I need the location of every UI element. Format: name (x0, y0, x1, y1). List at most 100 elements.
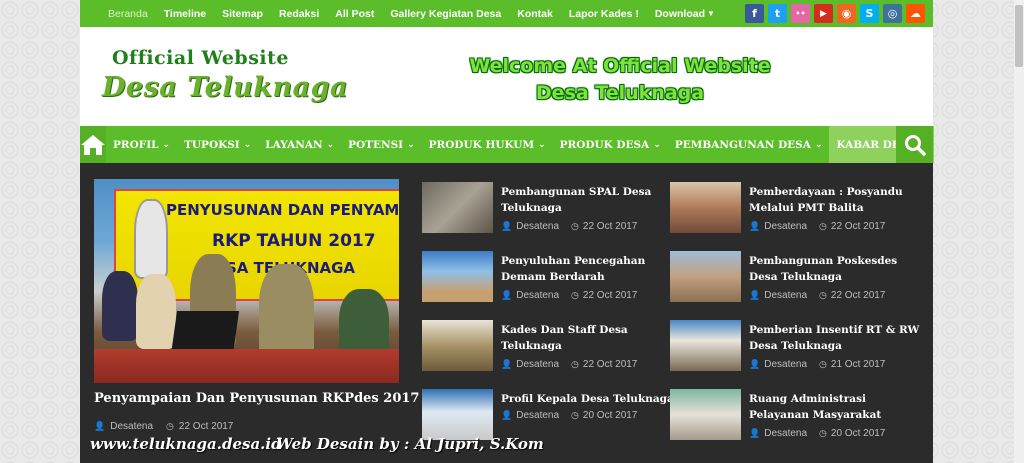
featured-title[interactable]: Penyampaian Dan Penyusunan RKPdes 2017 (94, 391, 419, 406)
chevron-down-icon: ⌄ (538, 139, 546, 150)
post-title[interactable]: Kades Dan Staff Desa Teluknaga (501, 322, 676, 354)
post-meta: 👤 Desatena ◷ 22 Oct 2017 (501, 359, 637, 370)
post-thumbnail[interactable] (422, 320, 493, 371)
featured-author[interactable]: Desatena (110, 421, 153, 432)
post-title[interactable]: Ruang Administrasi Pelayanan Masyarakat (749, 391, 924, 423)
nav-produk-hukum[interactable]: PRODUK HUKUM ⌄ (422, 126, 553, 163)
site-header: Official Website Desa Teluknaga Welcome … (80, 27, 933, 126)
featured-date: 22 Oct 2017 (178, 421, 234, 432)
clock-icon: ◷ (819, 290, 827, 301)
topnav-download[interactable]: Download ▼ (647, 8, 723, 20)
youtube-icon[interactable]: ▶ (814, 4, 833, 23)
post-title[interactable]: Pembangunan SPAL Desa Teluknaga (501, 184, 676, 216)
nav-tupoksi[interactable]: TUPOKSI ⌄ (177, 126, 258, 163)
list-item[interactable]: Pembangunan SPAL Desa Teluknaga 👤 Desaten… (422, 182, 662, 238)
post-title[interactable]: Pemberian Insentif RT & RW Desa Teluknag… (749, 322, 924, 354)
post-title[interactable]: Pemberdayaan : Posyandu Melalui PMT Bali… (749, 184, 924, 216)
search-button[interactable] (896, 126, 933, 163)
post-thumbnail[interactable] (422, 251, 493, 302)
list-item[interactable]: Ruang Administrasi Pelayanan Masyarakat … (670, 389, 910, 445)
clock-icon: ◷ (819, 221, 827, 232)
scrollbar-thumb[interactable] (1015, 5, 1023, 67)
post-author[interactable]: Desatena (516, 221, 559, 232)
post-thumbnail[interactable] (670, 251, 741, 302)
post-thumbnail[interactable] (670, 389, 741, 440)
post-author[interactable]: Desatena (516, 290, 559, 301)
post-meta: 👤 Desatena ◷ 22 Oct 2017 (501, 290, 637, 301)
post-author[interactable]: Desatena (764, 428, 807, 439)
list-item[interactable]: Pembangunan Poskesdes Desa Teluknaga 👤 De… (670, 251, 910, 307)
clock-icon: ◷ (166, 421, 174, 432)
nav-profil[interactable]: PROFIL ⌄ (106, 126, 177, 163)
social-icons: f t •• ▶ ◉ S ◎ ☁ (745, 4, 925, 23)
user-icon: 👤 (94, 421, 106, 432)
home-button[interactable] (80, 126, 106, 163)
person (102, 271, 138, 341)
user-icon: 👤 (749, 428, 761, 439)
logo-subtitle[interactable]: Official Website (112, 47, 289, 69)
user-icon: 👤 (501, 290, 513, 301)
topnav-kontak[interactable]: Kontak (509, 8, 561, 20)
chevron-down-icon: ⌄ (653, 139, 661, 150)
flickr-icon[interactable]: •• (791, 4, 810, 23)
user-icon: 👤 (749, 290, 761, 301)
topnav-sitemap[interactable]: Sitemap (214, 8, 271, 20)
post-thumbnail[interactable] (422, 389, 493, 440)
post-date: 22 Oct 2017 (830, 221, 886, 232)
table (94, 349, 399, 383)
post-author[interactable]: Desatena (764, 290, 807, 301)
clock-icon: ◷ (571, 359, 579, 370)
post-author[interactable]: Desatena (516, 410, 559, 421)
post-thumbnail[interactable] (670, 320, 741, 371)
post-date: 22 Oct 2017 (830, 290, 886, 301)
chevron-down-icon: ⌄ (326, 139, 335, 150)
facebook-icon[interactable]: f (745, 4, 764, 23)
rss-icon[interactable]: ◉ (837, 4, 856, 23)
scrollbar[interactable] (1014, 0, 1024, 463)
nav-produk-hukum-label: PRODUK HUKUM (428, 138, 535, 151)
post-meta: 👤 Desatena ◷ 22 Oct 2017 (749, 290, 885, 301)
post-title[interactable]: Pembangunan Poskesdes Desa Teluknaga (749, 253, 924, 285)
nav-potensi[interactable]: POTENSI ⌄ (341, 126, 422, 163)
nav-produk-desa[interactable]: PRODUK DESA ⌄ (553, 126, 668, 163)
top-nav: Beranda Timeline Sitemap Redaksi All Pos… (100, 8, 723, 20)
user-icon: 👤 (501, 221, 513, 232)
post-title[interactable]: Penyuluhan Pencegahan Demam Berdarah (501, 253, 676, 285)
topnav-gallery[interactable]: Gallery Kegiatan Desa (382, 8, 509, 20)
post-thumbnail[interactable] (670, 182, 741, 233)
logo-title[interactable]: Desa Teluknaga (102, 72, 348, 103)
clock-icon: ◷ (571, 410, 579, 421)
topnav-timeline[interactable]: Timeline (156, 8, 214, 20)
topnav-redaksi[interactable]: Redaksi (271, 8, 327, 20)
topnav-lapor-kades[interactable]: Lapor Kades ! (561, 8, 647, 20)
soundcloud-icon[interactable]: ☁ (906, 4, 925, 23)
skype-icon[interactable]: S (860, 4, 879, 23)
nav-layanan[interactable]: LAYANAN ⌄ (258, 126, 341, 163)
chevron-down-icon: ▼ (707, 9, 715, 18)
user-icon: 👤 (749, 359, 761, 370)
topnav-all-post[interactable]: All Post (327, 8, 382, 20)
post-date: 21 Oct 2017 (830, 359, 886, 370)
user-icon: 👤 (501, 410, 513, 421)
list-item[interactable]: Penyuluhan Pencegahan Demam Berdarah 👤 De… (422, 251, 662, 307)
featured-image[interactable]: PENYUSUNAN DAN PENYAMPA RKP TAHUN 2017 S… (94, 179, 399, 383)
post-author[interactable]: Desatena (764, 359, 807, 370)
list-item[interactable]: Pemberdayaan : Posyandu Melalui PMT Bali… (670, 182, 910, 238)
instagram-icon[interactable]: ◎ (883, 4, 902, 23)
user-icon: 👤 (749, 221, 761, 232)
nav-tupoksi-label: TUPOKSI (184, 138, 240, 151)
twitter-icon[interactable]: t (768, 4, 787, 23)
post-date: 20 Oct 2017 (582, 410, 638, 421)
list-item[interactable]: Pemberian Insentif RT & RW Desa Teluknag… (670, 320, 919, 376)
post-author[interactable]: Desatena (516, 359, 559, 370)
post-date: 22 Oct 2017 (582, 221, 638, 232)
portrait-frame (134, 199, 168, 279)
topnav-beranda[interactable]: Beranda (100, 8, 156, 20)
post-title[interactable]: Profil Kepala Desa Teluknaga (501, 391, 676, 407)
post-thumbnail[interactable] (422, 182, 493, 233)
content-area: PENYUSUNAN DAN PENYAMPA RKP TAHUN 2017 S… (80, 163, 933, 463)
list-item[interactable]: Kades Dan Staff Desa Teluknaga 👤 Desatena… (422, 320, 662, 376)
post-author[interactable]: Desatena (764, 221, 807, 232)
welcome-line-2: Desa Teluknaga (535, 82, 705, 104)
nav-pembangunan-desa[interactable]: PEMBANGUNAN DESA ⌄ (668, 126, 830, 163)
